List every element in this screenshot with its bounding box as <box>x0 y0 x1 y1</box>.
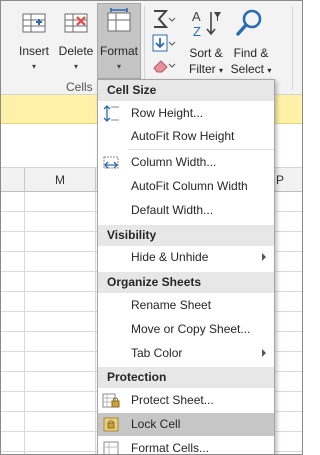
rename-sheet-label: Rename Sheet <box>131 298 212 312</box>
column-header-p[interactable]: P <box>276 173 284 187</box>
svg-text:Z: Z <box>193 24 201 39</box>
insert-button[interactable]: Insert ▾ <box>14 4 54 78</box>
magnifier-icon <box>236 9 262 36</box>
find-select-label-2: Select ▾ <box>228 62 274 76</box>
delete-cells-icon <box>64 13 88 33</box>
column-width-icon <box>103 156 119 169</box>
protect-sheet-icon <box>102 393 120 408</box>
format-button[interactable]: Format ▾ <box>97 3 141 79</box>
hide-unhide-label: Hide & Unhide <box>131 250 209 264</box>
chevron-down-icon: ▾ <box>31 62 36 71</box>
menu-item-move-copy-sheet[interactable]: Move or Copy Sheet... <box>98 318 274 341</box>
row-height-label: Row Height... <box>131 106 204 120</box>
format-dropdown-menu: Cell Size Row Height... AutoFit Row Heig… <box>97 79 275 455</box>
tab-color-label: Tab Color <box>131 346 183 360</box>
sort-filter-label-2: Filter ▾ <box>184 62 228 76</box>
menu-item-lock-cell[interactable]: Lock Cell <box>98 413 274 436</box>
submenu-arrow-icon <box>262 253 266 261</box>
menu-item-rename-sheet[interactable]: Rename Sheet <box>98 294 274 317</box>
section-header-protection: Protection <box>98 367 274 388</box>
format-cells-icon <box>107 8 131 32</box>
default-width-label: Default Width... <box>131 203 214 217</box>
find-select-label-2-text: Select <box>230 62 264 76</box>
find-select-button[interactable]: Find & Select ▾ <box>228 4 274 78</box>
menu-item-default-width[interactable]: Default Width... <box>98 199 274 222</box>
format-cells-label: Format Cells... <box>131 441 210 455</box>
menu-item-column-width[interactable]: Column Width... <box>98 151 274 174</box>
cells-group-label: Cells <box>66 80 93 94</box>
row-height-icon <box>103 105 119 122</box>
protect-sheet-label: Protect Sheet... <box>131 393 214 407</box>
insert-cells-icon <box>22 13 46 33</box>
menu-item-tab-color[interactable]: Tab Color <box>98 342 274 365</box>
move-copy-sheet-label: Move or Copy Sheet... <box>131 322 251 336</box>
chevron-down-icon: ▾ <box>116 62 121 71</box>
section-header-organize-sheets: Organize Sheets <box>98 272 274 293</box>
column-width-label: Column Width... <box>131 155 217 169</box>
fill-icon[interactable] <box>150 32 176 54</box>
lock-icon <box>103 417 119 432</box>
column-header-m[interactable]: M <box>55 173 65 187</box>
column-separator <box>24 168 25 192</box>
chevron-down-icon: ▾ <box>219 66 224 75</box>
menu-item-hide-unhide[interactable]: Hide & Unhide <box>98 246 274 269</box>
insert-label: Insert <box>18 44 49 58</box>
sort-filter-label-2-text: Filter <box>188 62 216 76</box>
chevron-down-icon: ▾ <box>73 62 78 71</box>
clear-eraser-icon[interactable] <box>150 54 176 76</box>
delete-button[interactable]: Delete ▾ <box>56 4 96 78</box>
format-label: Format <box>99 44 138 58</box>
group-divider <box>144 6 145 90</box>
menu-item-autofit-row-height[interactable]: AutoFit Row Height <box>98 125 274 148</box>
delete-label: Delete <box>58 44 94 58</box>
menu-item-autofit-column-width[interactable]: AutoFit Column Width <box>98 175 274 198</box>
autofit-column-width-label: AutoFit Column Width <box>131 179 248 193</box>
menu-item-protect-sheet[interactable]: Protect Sheet... <box>98 389 274 412</box>
menu-item-format-cells[interactable]: Format Cells... <box>98 437 274 455</box>
sort-filter-label-1: Sort & <box>189 46 223 60</box>
menu-item-row-height[interactable]: Row Height... <box>98 102 274 125</box>
lock-cell-label: Lock Cell <box>131 417 181 431</box>
autofit-row-height-label: AutoFit Row Height <box>131 129 235 143</box>
autosum-icon[interactable] <box>150 8 176 30</box>
submenu-arrow-icon <box>262 349 266 357</box>
ribbon-right-edge <box>292 6 293 90</box>
column-separator <box>95 168 96 192</box>
section-header-cell-size: Cell Size <box>98 80 274 101</box>
sort-filter-button[interactable]: A Z Sort & Filter ▾ <box>184 4 228 78</box>
sort-az-icon: A Z <box>192 9 221 39</box>
menu-separator <box>128 149 274 150</box>
section-header-visibility: Visibility <box>98 225 274 246</box>
svg-text:A: A <box>192 9 201 24</box>
chevron-down-icon: ▾ <box>267 66 272 75</box>
format-cells-icon <box>103 441 119 455</box>
find-select-label-1: Find & <box>233 46 269 60</box>
